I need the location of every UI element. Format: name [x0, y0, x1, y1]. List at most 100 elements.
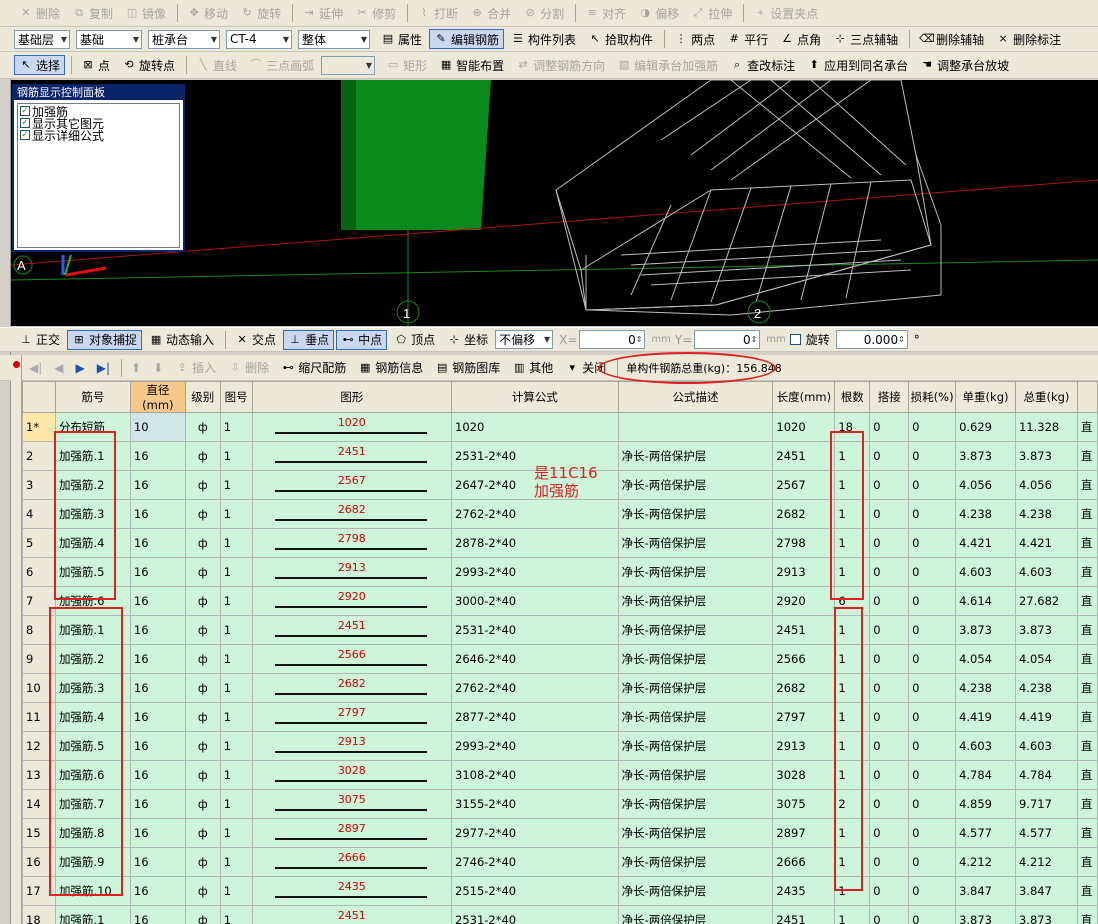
cell-diameter[interactable]: 16: [129, 673, 186, 703]
cell-cnt[interactable]: 1: [834, 644, 871, 674]
cell-figure[interactable]: 1: [219, 586, 253, 616]
cell-x[interactable]: 直: [1076, 789, 1098, 819]
cell-name[interactable]: 加强筋.3: [54, 673, 131, 703]
row-number[interactable]: 7: [22, 586, 56, 616]
rotate-point-button[interactable]: ⟲ 旋转点: [117, 55, 180, 75]
column-header[interactable]: 单重(kg): [955, 381, 1016, 413]
cell-desc[interactable]: 净长-两倍保护层: [617, 499, 774, 529]
cell-figure[interactable]: 1: [219, 789, 253, 819]
cell-len[interactable]: 2920: [772, 586, 836, 616]
column-header[interactable]: 搭接: [869, 381, 910, 413]
cell-uw[interactable]: 4.614: [955, 586, 1016, 616]
cell-desc[interactable]: 净长-两倍保护层: [617, 789, 774, 819]
cell-shape[interactable]: 2666: [251, 847, 453, 877]
cell-shape[interactable]: 2451: [251, 905, 453, 924]
column-header[interactable]: [1076, 381, 1098, 413]
row-number[interactable]: 5: [22, 528, 56, 558]
table-row[interactable]: 17 加强筋.10 16 ф 1 2435 2515-2*40 净长-两倍保护层 2435 1 0 0…: [22, 876, 1098, 906]
cell-tw[interactable]: 4.238: [1014, 673, 1078, 703]
row-number[interactable]: 12: [22, 731, 56, 761]
cell-lap[interactable]: 0: [869, 499, 910, 529]
cell-name[interactable]: 加强筋.5: [54, 731, 131, 761]
cell-formula[interactable]: 2746-2*40: [451, 847, 619, 877]
snap-button-3[interactable]: ✕ 交点: [230, 330, 281, 350]
check-mark-button[interactable]: ⌕ 查改标注: [725, 55, 800, 75]
cell-figure[interactable]: 1: [219, 876, 253, 906]
cell-formula[interactable]: 3155-2*40: [451, 789, 619, 819]
cell-diameter[interactable]: 16: [129, 905, 186, 924]
cell-cnt[interactable]: 1: [834, 876, 871, 906]
cell-loss[interactable]: 0: [908, 876, 957, 906]
row-number[interactable]: 10: [22, 673, 56, 703]
move-down-icon[interactable]: ⬇: [148, 358, 168, 378]
cell-figure[interactable]: 1: [219, 528, 253, 558]
cell-shape[interactable]: 2798: [251, 528, 453, 558]
two-point-button[interactable]: ⋮ 两点: [669, 29, 720, 49]
cell-shape[interactable]: 2567: [251, 470, 453, 500]
cell-cnt[interactable]: 1: [834, 847, 871, 877]
cell-grade[interactable]: ф: [184, 905, 221, 924]
cell-formula[interactable]: 2977-2*40: [451, 818, 619, 848]
cell-figure[interactable]: 1: [219, 644, 253, 674]
cell-x[interactable]: 直: [1076, 557, 1098, 587]
checkbox-checked-icon[interactable]: ✓: [20, 106, 30, 116]
cell-uw[interactable]: 4.577: [955, 818, 1016, 848]
offset-button[interactable]: ◑ 偏移: [633, 3, 684, 23]
cell-cnt[interactable]: 6: [834, 586, 871, 616]
cell-shape[interactable]: 2682: [251, 673, 453, 703]
cell-desc[interactable]: 净长-两倍保护层: [617, 557, 774, 587]
cell-lap[interactable]: 0: [869, 876, 910, 906]
cell-len[interactable]: 2913: [772, 557, 836, 587]
table-row[interactable]: 9 加强筋.2 16 ф 1 2566 2646-2*40 净长-两倍保护层 2566 1 0 0 4.…: [22, 644, 1098, 674]
cell-diameter[interactable]: 16: [129, 586, 186, 616]
cell-cnt[interactable]: 1: [834, 905, 871, 924]
cell-len[interactable]: 2666: [772, 847, 836, 877]
column-header[interactable]: 筋号: [54, 381, 131, 413]
cell-formula[interactable]: 2515-2*40: [451, 876, 619, 906]
cell-lap[interactable]: 0: [869, 702, 910, 732]
cell-tw[interactable]: 4.056: [1014, 470, 1078, 500]
cell-shape[interactable]: 2435: [251, 876, 453, 906]
spin-icon[interactable]: ⇕: [751, 335, 758, 344]
cell-figure[interactable]: 1: [219, 412, 253, 442]
cell-diameter[interactable]: 16: [129, 702, 186, 732]
cell-x[interactable]: 直: [1076, 731, 1098, 761]
cell-diameter[interactable]: 16: [129, 789, 186, 819]
cell-len[interactable]: 3028: [772, 760, 836, 790]
cell-loss[interactable]: 0: [908, 586, 957, 616]
apply-same-button[interactable]: ⬆ 应用到同名承台: [802, 55, 913, 75]
cell-uw[interactable]: 4.238: [955, 499, 1016, 529]
cell-cnt[interactable]: 2: [834, 789, 871, 819]
grip-button[interactable]: ⌖ 设置夹点: [748, 3, 823, 23]
split-button[interactable]: ⊘ 分割: [518, 3, 569, 23]
cell-len[interactable]: 2798: [772, 528, 836, 558]
cell-x[interactable]: 直: [1076, 412, 1098, 442]
cell-desc[interactable]: 净长-两倍保护层: [617, 876, 774, 906]
cell-lap[interactable]: 0: [869, 586, 910, 616]
cell-x[interactable]: 直: [1076, 499, 1098, 529]
row-number[interactable]: 14: [22, 789, 56, 819]
cell-len[interactable]: 2682: [772, 499, 836, 529]
cell-lap[interactable]: 0: [869, 673, 910, 703]
spin-icon[interactable]: ⇕: [898, 335, 905, 344]
cell-cnt[interactable]: 1: [834, 470, 871, 500]
grid-button-2[interactable]: ⊷ 缩尺配筋: [276, 358, 351, 378]
table-row[interactable]: 11 加强筋.4 16 ф 1 2797 2877-2*40 净长-两倍保护层 2797 1 0 0 4…: [22, 702, 1098, 732]
cell-formula[interactable]: 2993-2*40: [451, 557, 619, 587]
cell-diameter[interactable]: 16: [129, 818, 186, 848]
cell-diameter[interactable]: 16: [129, 731, 186, 761]
cell-tw[interactable]: 27.682: [1014, 586, 1078, 616]
cell-grade[interactable]: ф: [184, 586, 221, 616]
cell-uw[interactable]: 3.873: [955, 615, 1016, 645]
cell-uw[interactable]: 4.784: [955, 760, 1016, 790]
cell-cnt[interactable]: 1: [834, 818, 871, 848]
cell-lap[interactable]: 0: [869, 847, 910, 877]
cell-len[interactable]: 2897: [772, 818, 836, 848]
cell-desc[interactable]: 净长-两倍保护层: [617, 760, 774, 790]
table-row[interactable]: 8 加强筋.1 16 ф 1 2451 2531-2*40 净长-两倍保护层 2451 1 0 0 3.…: [22, 615, 1098, 645]
row-number[interactable]: 1*: [22, 412, 56, 442]
cell-loss[interactable]: 0: [908, 528, 957, 558]
table-row[interactable]: 16 加强筋.9 16 ф 1 2666 2746-2*40 净长-两倍保护层 2666 1 0 0 4…: [22, 847, 1098, 877]
cell-formula[interactable]: 2531-2*40: [451, 615, 619, 645]
cell-tw[interactable]: 3.873: [1014, 441, 1078, 471]
